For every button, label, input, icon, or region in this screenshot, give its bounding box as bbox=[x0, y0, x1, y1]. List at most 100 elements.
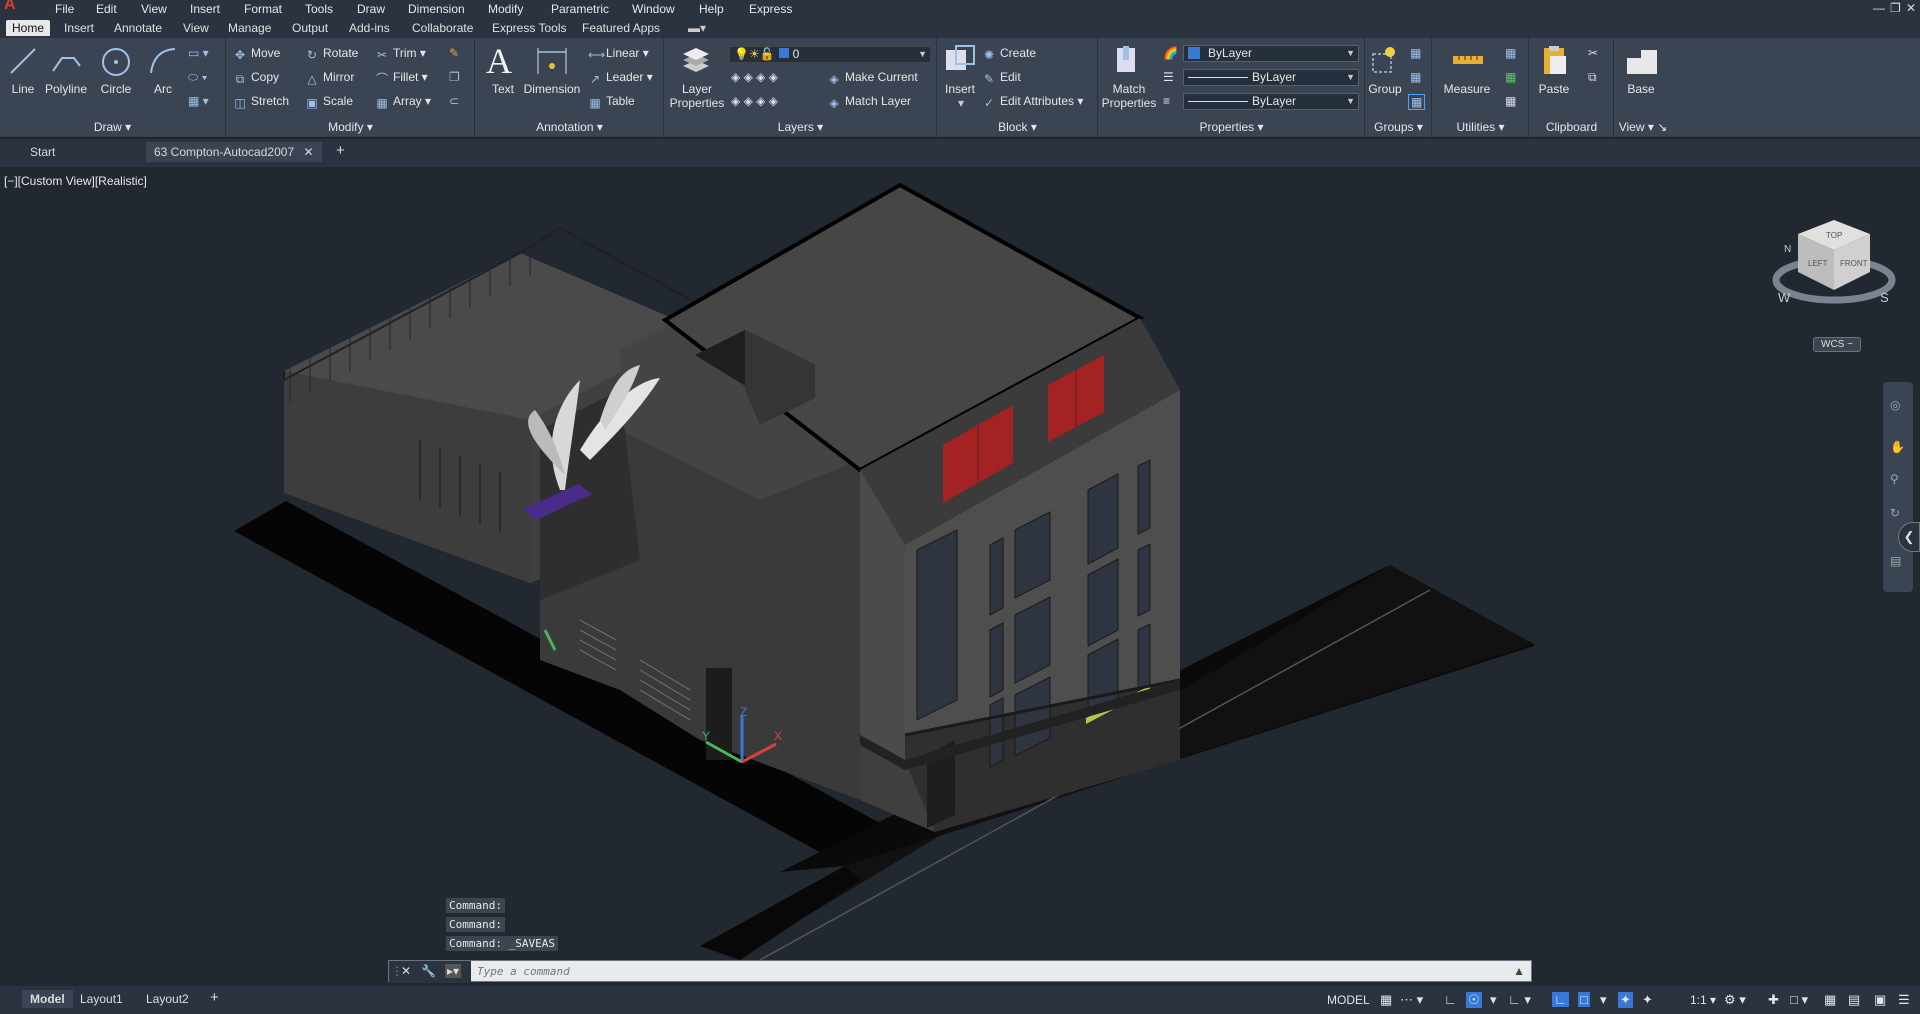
isolate-objects-icon[interactable]: ▦ bbox=[1824, 992, 1836, 1008]
scale-button[interactable]: ▣ Scale bbox=[305, 94, 353, 109]
layer-tools-row2-icon[interactable]: ◈ ◈ ◈ ◈ bbox=[731, 94, 778, 108]
match-properties-button[interactable]: Match Properties bbox=[1101, 82, 1157, 110]
viewport-canvas[interactable]: Z Y X bbox=[0, 168, 1920, 986]
paste-button[interactable]: Paste bbox=[1534, 82, 1574, 96]
new-tab-icon[interactable]: + bbox=[336, 142, 345, 159]
minimize-icon[interactable]: — bbox=[1873, 1, 1885, 15]
quick-select-icon[interactable]: ▦ bbox=[1505, 46, 1516, 60]
text-button[interactable]: Text bbox=[480, 82, 526, 96]
close-icon[interactable]: ✕ bbox=[1906, 1, 1916, 15]
menu-help[interactable]: Help bbox=[699, 2, 724, 16]
orbit-icon[interactable]: ↻ bbox=[1890, 506, 1900, 520]
annotation-visibility-icon[interactable]: ✦ bbox=[1618, 992, 1633, 1008]
lineweight-dropdown[interactable]: ByLayer ▼ bbox=[1183, 69, 1359, 86]
object-snap-dropdown-icon[interactable]: ▾ bbox=[1600, 992, 1607, 1008]
wcs-menu[interactable]: WCS − bbox=[1813, 337, 1861, 352]
tab-collaborate[interactable]: Collaborate bbox=[412, 21, 473, 35]
calculator-icon[interactable]: ▦ bbox=[1505, 94, 1516, 108]
line-button[interactable]: Line bbox=[8, 82, 38, 96]
model-space-toggle[interactable]: MODEL bbox=[1327, 993, 1370, 1007]
units-icon[interactable]: □ ▾ bbox=[1790, 992, 1808, 1008]
panel-title-block[interactable]: Block ▾ bbox=[938, 120, 1097, 134]
linetype-dropdown[interactable]: ByLayer ▼ bbox=[1183, 93, 1359, 110]
dimension-button[interactable]: Dimension bbox=[522, 82, 582, 96]
measure-button[interactable]: Measure bbox=[1439, 82, 1495, 96]
polyline-button[interactable]: Polyline bbox=[44, 82, 88, 96]
restore-icon[interactable]: ❐ bbox=[1890, 1, 1901, 15]
close-command-icon[interactable]: ✕ bbox=[401, 964, 411, 978]
annotation-monitor-icon[interactable]: ✚ bbox=[1768, 992, 1779, 1008]
insert-button[interactable]: Insert bbox=[940, 82, 980, 96]
group-selection-icon[interactable]: ▦ bbox=[1408, 94, 1426, 110]
base-button[interactable]: Base bbox=[1619, 82, 1663, 96]
menu-dimension[interactable]: Dimension bbox=[408, 2, 465, 16]
select-all-icon[interactable]: ▦ bbox=[1505, 70, 1516, 84]
tab-home[interactable]: Home bbox=[6, 20, 51, 36]
snap-icon[interactable]: ⋯ ▾ bbox=[1400, 992, 1423, 1008]
viewcube[interactable]: TOP LEFT FRONT W S N bbox=[1770, 210, 1896, 320]
create-block-button[interactable]: ✺ Create bbox=[982, 46, 1036, 61]
customize-wrench-icon[interactable]: 🔧 bbox=[421, 964, 436, 978]
menu-parametric[interactable]: Parametric bbox=[551, 2, 609, 16]
viewport-controls[interactable]: [−][Custom View][Realistic] bbox=[4, 174, 147, 188]
group-edit-icon[interactable]: ▦ bbox=[1410, 70, 1421, 84]
leader-button[interactable]: ↗ Leader ▾ bbox=[588, 70, 653, 85]
tab-active-drawing[interactable]: 63 Compton-Autocad2007 ✕ bbox=[146, 142, 322, 162]
clean-screen-icon[interactable]: ▣ bbox=[1874, 992, 1886, 1008]
isodraft-icon[interactable]: ∟ ▾ bbox=[1508, 992, 1531, 1008]
cut-icon[interactable]: ✂ bbox=[1588, 46, 1598, 60]
menu-window[interactable]: Window bbox=[632, 2, 675, 16]
arc-button[interactable]: Arc bbox=[148, 82, 178, 96]
insert-dropdown-icon[interactable]: ▾ bbox=[956, 96, 966, 110]
rotate-button[interactable]: ↻ Rotate bbox=[305, 46, 358, 61]
hardware-acceleration-icon[interactable]: ▤ bbox=[1848, 992, 1860, 1008]
pan-icon[interactable]: ✋ bbox=[1890, 440, 1905, 454]
close-tab-icon[interactable]: ✕ bbox=[303, 145, 313, 159]
tab-add-ins[interactable]: Add-ins bbox=[349, 21, 390, 35]
showmotion-icon[interactable]: ▤ bbox=[1890, 554, 1901, 568]
recent-commands-icon[interactable]: ▸▾ bbox=[445, 964, 462, 978]
add-layout-icon[interactable]: + bbox=[210, 989, 219, 1006]
tab-insert[interactable]: Insert bbox=[64, 21, 94, 35]
match-layer-button[interactable]: ◈ Match Layer bbox=[827, 94, 911, 109]
table-button[interactable]: ▦ Table bbox=[588, 94, 634, 109]
layout-tab-layout1[interactable]: Layout1 bbox=[80, 992, 123, 1006]
panel-title-annotation[interactable]: Annotation ▾ bbox=[476, 120, 663, 134]
zoom-extents-icon[interactable]: ⚲ bbox=[1890, 472, 1899, 486]
move-button[interactable]: ✥ Move bbox=[233, 46, 280, 61]
menu-view[interactable]: View bbox=[141, 2, 167, 16]
panel-title-properties[interactable]: Properties ▾ bbox=[1099, 120, 1364, 134]
ungroup-icon[interactable]: ▦ bbox=[1410, 46, 1421, 60]
panel-title-clipboard[interactable]: Clipboard bbox=[1530, 120, 1613, 134]
expand-history-icon[interactable]: ▲ bbox=[1513, 964, 1525, 978]
polar-tracking-icon[interactable]: ☉ bbox=[1466, 992, 1482, 1008]
trim-button[interactable]: ✂ Trim ▾ bbox=[375, 46, 426, 61]
color-dropdown[interactable]: ByLayer ▼ bbox=[1183, 45, 1359, 62]
steering-wheel-icon[interactable]: ◎ bbox=[1890, 398, 1900, 412]
copy-clip-icon[interactable]: ⧉ bbox=[1588, 70, 1597, 85]
tab-output[interactable]: Output bbox=[292, 21, 328, 35]
panel-title-utilities[interactable]: Utilities ▾ bbox=[1433, 120, 1528, 134]
customize-menu-icon[interactable]: ☰ bbox=[1898, 992, 1910, 1008]
command-input[interactable] bbox=[477, 963, 1457, 979]
make-current-button[interactable]: ◈ Make Current bbox=[827, 70, 917, 85]
stretch-button[interactable]: ◫ Stretch bbox=[233, 94, 289, 109]
edit-attributes-button[interactable]: ✓ Edit Attributes ▾ bbox=[982, 94, 1083, 109]
menu-edit[interactable]: Edit bbox=[96, 2, 117, 16]
linear-button[interactable]: ⟷Linear ▾ bbox=[588, 46, 649, 61]
explode-icon[interactable]: ❐ bbox=[449, 70, 460, 84]
edit-block-button[interactable]: ✎ Edit bbox=[982, 70, 1021, 85]
workspace-gear-icon[interactable]: ⚙ ▾ bbox=[1724, 992, 1746, 1008]
tab-start[interactable]: Start bbox=[30, 145, 55, 159]
menu-format[interactable]: Format bbox=[244, 2, 282, 16]
layout-tab-layout2[interactable]: Layout2 bbox=[146, 992, 189, 1006]
workspace-toggle-icon[interactable]: ▬▾ bbox=[688, 21, 706, 35]
tab-annotate[interactable]: Annotate bbox=[114, 21, 162, 35]
polar-dropdown-icon[interactable]: ▾ bbox=[1490, 992, 1497, 1008]
layer-dropdown[interactable]: 💡☀🔓 0 ▼ bbox=[729, 46, 931, 63]
tab-featured-apps[interactable]: Featured Apps bbox=[582, 21, 660, 35]
menu-file[interactable]: File bbox=[55, 2, 74, 16]
auto-scale-icon[interactable]: ✦ bbox=[1642, 992, 1653, 1008]
menu-express[interactable]: Express bbox=[749, 2, 792, 16]
panel-title-view[interactable]: View ▾ ↘ bbox=[1615, 120, 1671, 134]
